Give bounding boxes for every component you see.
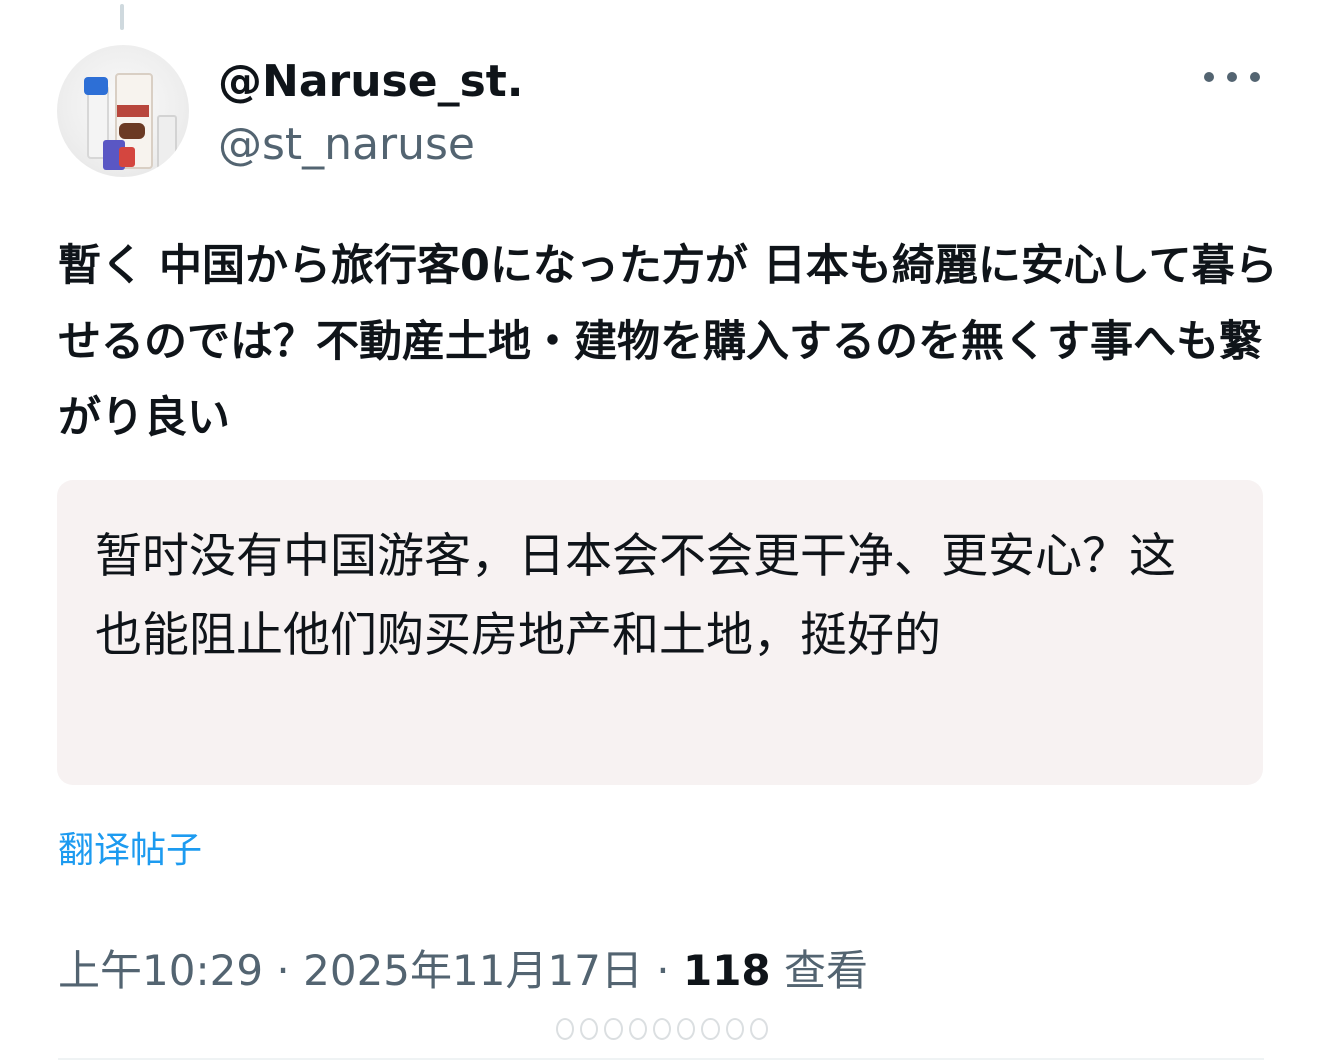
more-horizontal-icon	[1204, 72, 1214, 82]
meta-separator: ·	[276, 946, 290, 995]
views-label: 查看	[784, 946, 869, 995]
translation-box: 暂时没有中国游客，日本会不会更干净、更安心？这也能阻止他们购买房地产和土地，挺好…	[57, 480, 1263, 785]
translation-text: 暂时没有中国游客，日本会不会更干净、更安心？这也能阻止他们购买房地产和土地，挺好…	[95, 529, 1176, 663]
author-display-name[interactable]: @Naruse_st.	[218, 54, 524, 110]
more-options-button[interactable]	[1204, 62, 1260, 92]
tweet-text: 暫く 中国から旅行客0になった方が 日本も綺麗に安心して暮らせるのでは？不動産土…	[58, 241, 1278, 443]
avatar[interactable]	[57, 45, 189, 177]
tweet-meta: 上午10:29 · 2025年11月17日 · 118 查看	[58, 942, 868, 1000]
watermark	[556, 1012, 768, 1046]
translate-post-link[interactable]: 翻译帖子	[58, 826, 202, 876]
views-count: 118	[682, 946, 771, 995]
tweet-detail: @Naruse_st. @st_naruse 暫く 中国から旅行客0になった方が…	[0, 0, 1320, 1064]
thread-connector-line	[120, 4, 124, 30]
meta-separator: ·	[656, 946, 670, 995]
tweet-date[interactable]: 2025年11月17日	[303, 946, 643, 995]
divider	[58, 1058, 1264, 1060]
tweet-time[interactable]: 上午10:29	[58, 946, 263, 995]
author-handle[interactable]: @st_naruse	[218, 117, 475, 173]
